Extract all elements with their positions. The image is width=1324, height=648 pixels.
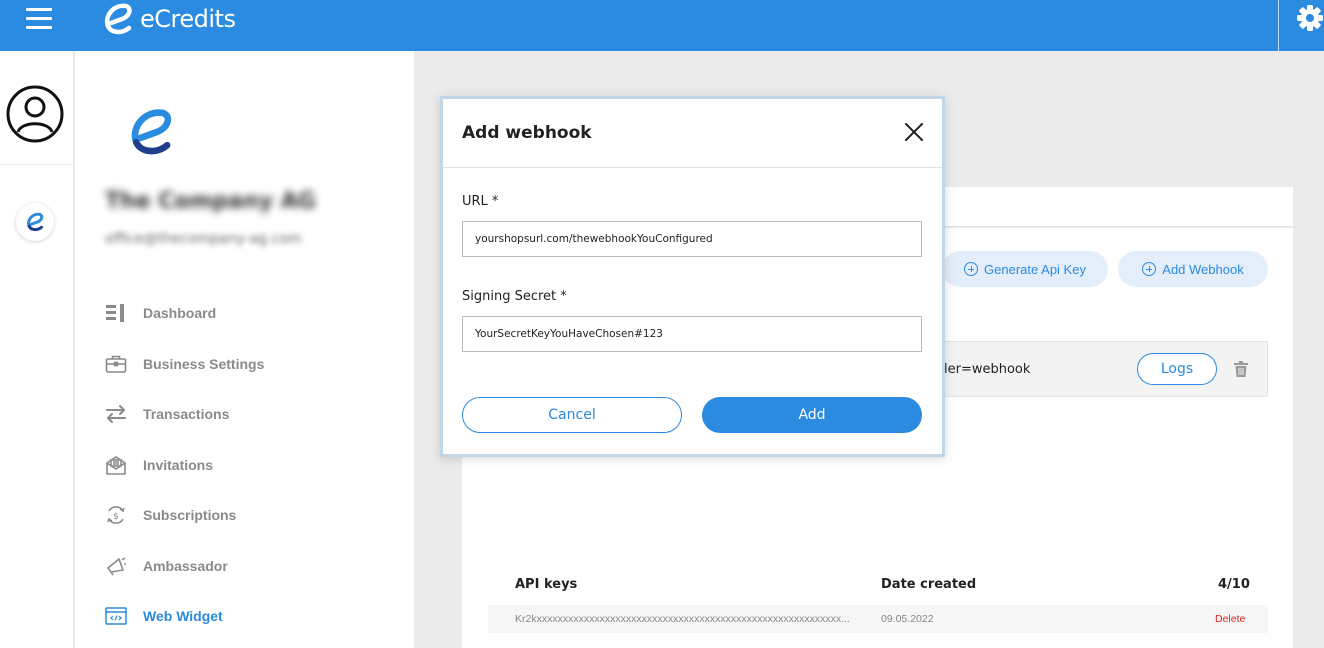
- company-name: The Company AG: [105, 189, 316, 214]
- sidebar-item-label: Invitations: [143, 456, 214, 473]
- dollar-cycle-icon: $: [105, 504, 127, 526]
- plus-circle-icon: [1142, 262, 1157, 276]
- cancel-button[interactable]: Cancel: [462, 397, 682, 433]
- date-created-header: Date created: [881, 577, 977, 592]
- trash-icon[interactable]: [1234, 361, 1248, 377]
- sidebar-item-label: Subscriptions: [143, 507, 237, 524]
- dashboard-icon: [105, 302, 127, 324]
- sidebar-item-subscriptions[interactable]: $ Subscriptions: [105, 490, 405, 541]
- megaphone-icon: [105, 555, 127, 577]
- sidebar-nav: Dashboard Business Settings Transactions…: [105, 288, 405, 642]
- sidebar-item-invitations[interactable]: Invitations: [105, 440, 405, 491]
- sidebar: The Company AG office@thecompany-ag.com …: [75, 51, 414, 648]
- delete-api-key-link[interactable]: Delete: [1215, 613, 1245, 625]
- gear-icon[interactable]: [1296, 4, 1324, 32]
- close-icon[interactable]: [903, 121, 925, 143]
- api-key-value: Kr2kxxxxxxxxxxxxxxxxxxxxxxxxxxxxxxxxxxxx…: [515, 613, 850, 625]
- generate-api-key-label: Generate Api Key: [984, 261, 1086, 277]
- user-avatar-icon[interactable]: [6, 85, 64, 143]
- transfer-arrows-icon: [105, 403, 127, 425]
- api-keys-header: API keys: [515, 577, 578, 592]
- add-webhook-modal: Add webhook URL * Signing Secret * Cance…: [440, 96, 945, 457]
- sidebar-item-transactions[interactable]: Transactions: [105, 389, 405, 440]
- rail-divider: [0, 164, 74, 165]
- sidebar-item-label: Transactions: [143, 406, 230, 423]
- icon-rail: [0, 51, 74, 648]
- svg-text:$: $: [113, 512, 119, 522]
- sidebar-item-business-settings[interactable]: Business Settings: [105, 339, 405, 390]
- generate-api-key-button[interactable]: Generate Api Key: [942, 251, 1108, 287]
- company-logo-icon: [27, 212, 44, 232]
- plus-circle-icon: [964, 262, 979, 276]
- company-switcher[interactable]: [16, 203, 54, 241]
- hamburger-menu-icon[interactable]: [26, 8, 52, 30]
- brand[interactable]: eCredits: [102, 2, 236, 36]
- modal-divider: [443, 167, 942, 168]
- logs-label: Logs: [1160, 361, 1194, 377]
- sidebar-item-web-widget[interactable]: Web Widget: [105, 591, 405, 642]
- sidebar-item-ambassador[interactable]: Ambassador: [105, 541, 405, 592]
- signing-secret-label: Signing Secret *: [462, 289, 567, 304]
- code-window-icon: [105, 605, 127, 627]
- sidebar-item-label: Dashboard: [143, 305, 217, 322]
- api-key-date: 09.05.2022: [881, 613, 934, 625]
- sidebar-item-label: Business Settings: [143, 355, 265, 372]
- mail-icon: [105, 454, 127, 476]
- api-key-count: 4/10: [1218, 577, 1250, 592]
- sidebar-item-label: Ambassador: [143, 557, 228, 574]
- brand-logo-icon: [104, 3, 132, 35]
- company-logo-icon: [131, 109, 172, 155]
- add-button[interactable]: Add: [702, 397, 922, 433]
- modal-title: Add webhook: [462, 123, 592, 143]
- topbar-divider: [1278, 0, 1279, 51]
- app-name: eCredits: [140, 5, 236, 33]
- sidebar-item-label: Web Widget: [143, 608, 223, 625]
- table-row: Kr2kxxxxxxxxxxxxxxxxxxxxxxxxxxxxxxxxxxxx…: [488, 605, 1268, 633]
- signing-secret-input[interactable]: [462, 316, 922, 352]
- webhook-url: ler=webhook: [944, 362, 1031, 377]
- company-email: office@thecompany-ag.com: [105, 231, 302, 247]
- url-input[interactable]: [462, 221, 922, 257]
- logs-button[interactable]: Logs: [1137, 353, 1217, 385]
- url-label: URL *: [462, 194, 499, 209]
- top-bar: eCredits: [0, 0, 1324, 51]
- briefcase-icon: [105, 353, 127, 375]
- add-webhook-button[interactable]: Add Webhook: [1118, 251, 1268, 287]
- add-webhook-label: Add Webhook: [1162, 261, 1244, 277]
- sidebar-item-dashboard[interactable]: Dashboard: [105, 288, 405, 339]
